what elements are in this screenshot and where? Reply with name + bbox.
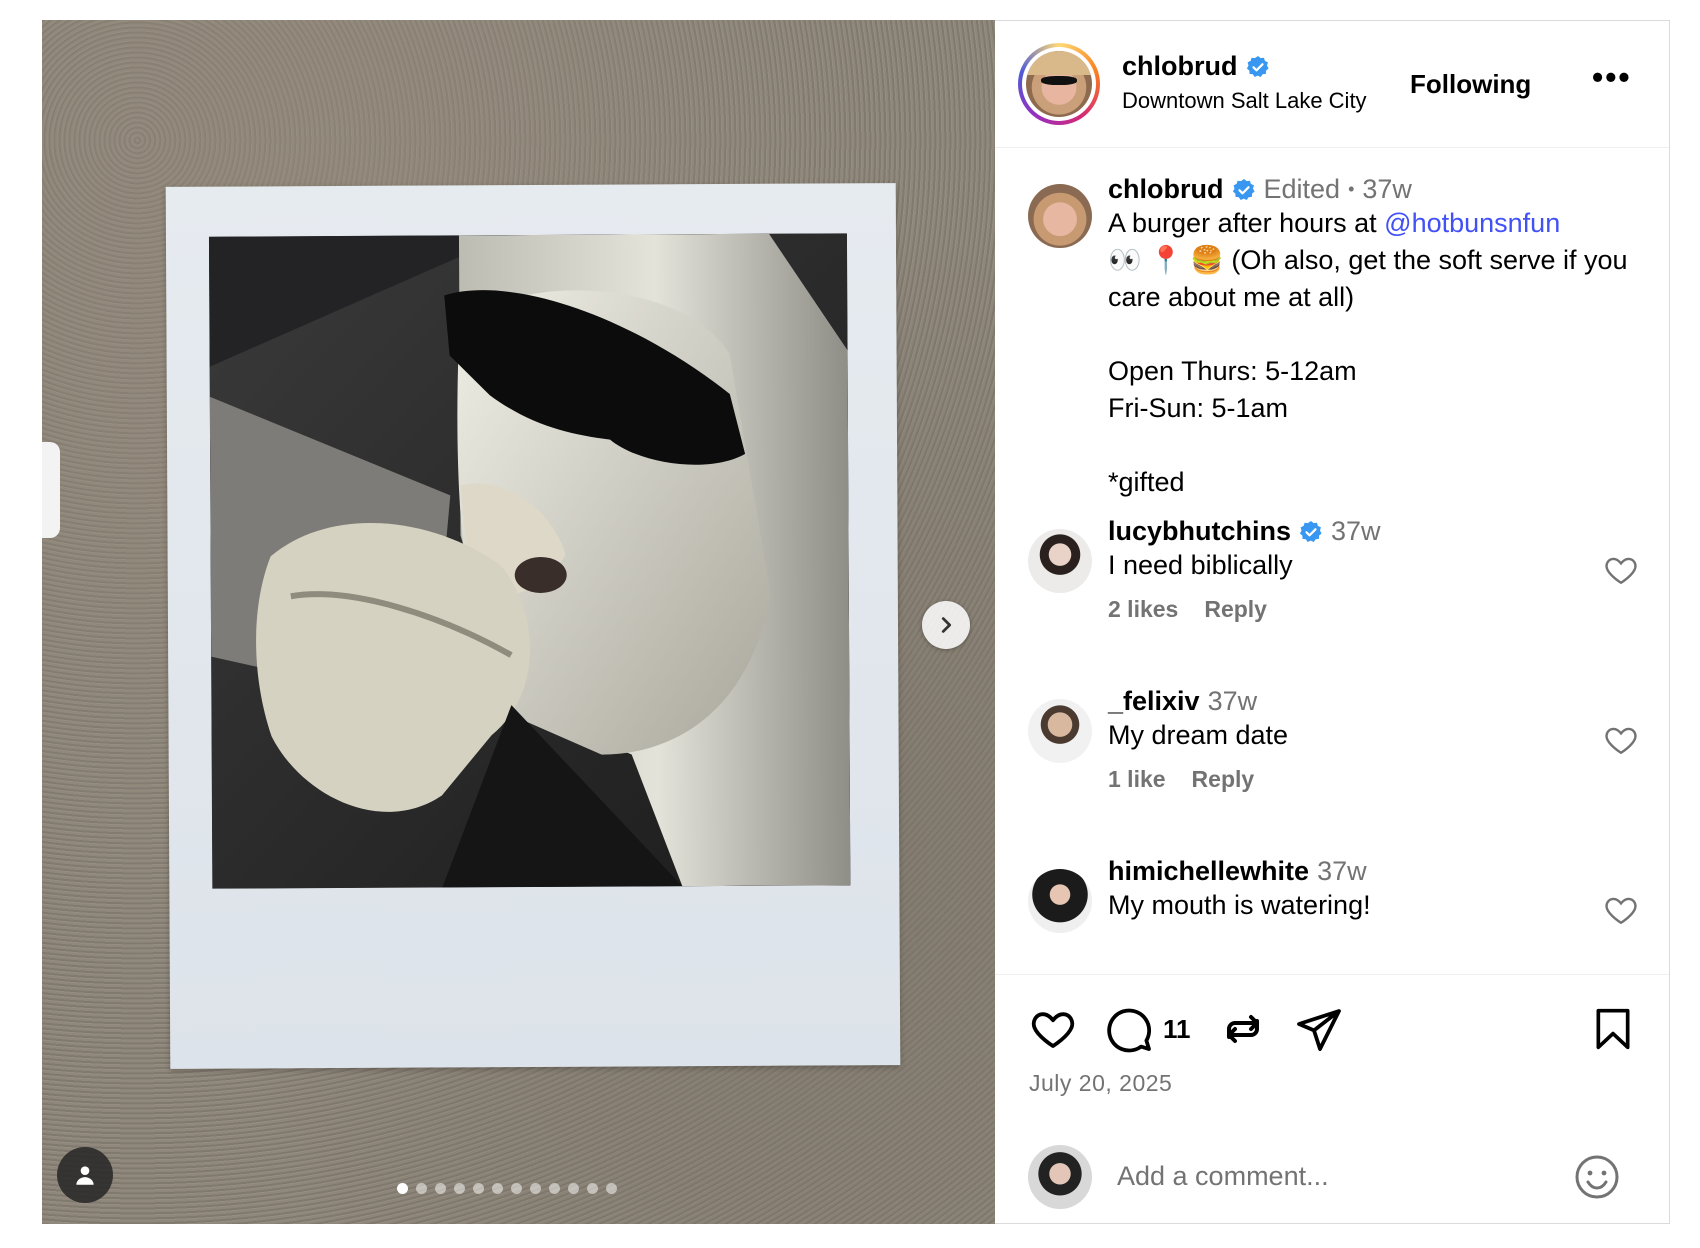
repost-icon[interactable] bbox=[1219, 1005, 1267, 1053]
post-header: chlobrud Downtown Salt Lake City Followi… bbox=[995, 21, 1669, 148]
polaroid-photo bbox=[165, 183, 901, 1069]
chevron-right-icon bbox=[941, 617, 952, 633]
comment-likes[interactable]: 2 likes bbox=[1108, 596, 1178, 623]
carousel-indicator bbox=[397, 1183, 617, 1194]
comment-time[interactable]: 37w bbox=[1331, 516, 1381, 547]
comment-bubble-icon[interactable] bbox=[1105, 1005, 1153, 1053]
reply-button[interactable]: Reply bbox=[1192, 766, 1255, 793]
commenter-avatar[interactable] bbox=[1028, 869, 1092, 933]
caption-line2: 👀 📍 🍔 (Oh also, get the soft serve if yo… bbox=[1108, 245, 1628, 312]
carousel-dot bbox=[397, 1183, 408, 1194]
caption-line5: *gifted bbox=[1108, 467, 1185, 497]
author-username[interactable]: chlobrud bbox=[1122, 51, 1270, 82]
meta-separator: • bbox=[1348, 179, 1355, 199]
current-user-avatar bbox=[1028, 1145, 1092, 1209]
commenter-username[interactable]: _felixiv bbox=[1108, 686, 1200, 717]
carousel-dot bbox=[416, 1183, 427, 1194]
commenter-username[interactable]: lucybhutchins bbox=[1108, 516, 1291, 547]
post-media[interactable] bbox=[42, 20, 995, 1224]
comment-text: I need biblically bbox=[1108, 550, 1293, 580]
caption-time[interactable]: 37w bbox=[1362, 174, 1412, 205]
post-actions-area: 11 July 20, 2025 Add a comment... bbox=[995, 974, 1669, 1225]
carousel-dot bbox=[435, 1183, 446, 1194]
emoji-picker-icon[interactable] bbox=[1573, 1153, 1621, 1201]
carousel-dot bbox=[454, 1183, 465, 1194]
carousel-dot bbox=[606, 1183, 617, 1194]
verified-badge-icon bbox=[1246, 55, 1269, 77]
save-bookmark-icon[interactable] bbox=[1591, 1005, 1635, 1053]
commenter-avatar[interactable] bbox=[1028, 529, 1092, 593]
commenter-username[interactable]: himichellewhite bbox=[1108, 856, 1309, 887]
photo-illustration bbox=[208, 233, 851, 889]
comment-time[interactable]: 37w bbox=[1317, 856, 1367, 887]
edited-label: Edited bbox=[1263, 174, 1341, 204]
like-comment-heart-icon[interactable] bbox=[1603, 892, 1639, 928]
caption-username[interactable]: chlobrud bbox=[1108, 174, 1224, 205]
side-tab bbox=[42, 442, 60, 538]
like-comment-heart-icon[interactable] bbox=[1603, 552, 1639, 588]
comment-time[interactable]: 37w bbox=[1208, 686, 1258, 717]
caption-line3: Open Thurs: 5-12am bbox=[1108, 356, 1357, 386]
like-heart-icon[interactable] bbox=[1029, 1005, 1077, 1053]
like-comment-heart-icon[interactable] bbox=[1603, 722, 1639, 758]
comment-text: My mouth is watering! bbox=[1108, 890, 1371, 920]
polaroid-image bbox=[208, 233, 851, 889]
comment-likes[interactable]: 1 like bbox=[1108, 766, 1166, 793]
caption-line1: A burger after hours at bbox=[1108, 208, 1385, 238]
commenter-avatar[interactable] bbox=[1028, 699, 1092, 763]
comments-list[interactable]: chlobrud Edited • 37w A burger after hou… bbox=[995, 149, 1669, 974]
author-username-text[interactable]: chlobrud bbox=[1122, 51, 1238, 82]
verified-badge-icon bbox=[1232, 178, 1255, 200]
carousel-dot bbox=[473, 1183, 484, 1194]
carousel-dot bbox=[492, 1183, 503, 1194]
caption-line4: Fri-Sun: 5-1am bbox=[1108, 393, 1289, 423]
post-sidebar: chlobrud Downtown Salt Lake City Followi… bbox=[995, 20, 1670, 1224]
post-date[interactable]: July 20, 2025 bbox=[1029, 1070, 1172, 1097]
add-comment-bar: Add a comment... bbox=[995, 1135, 1669, 1226]
next-photo-button[interactable] bbox=[922, 601, 970, 649]
carousel-dot bbox=[530, 1183, 541, 1194]
comment-count: 11 bbox=[1163, 1013, 1191, 1044]
following-button[interactable]: Following bbox=[1410, 69, 1531, 100]
comment-text: My dream date bbox=[1108, 720, 1289, 750]
reply-button[interactable]: Reply bbox=[1204, 596, 1267, 623]
carousel-dot bbox=[511, 1183, 522, 1194]
caption-avatar[interactable] bbox=[1028, 184, 1092, 248]
carousel-dot bbox=[549, 1183, 560, 1194]
verified-badge-icon bbox=[1299, 520, 1322, 542]
user-icon bbox=[76, 1166, 94, 1185]
mention-link[interactable]: @hotbunsnfun bbox=[1384, 208, 1560, 238]
tagged-users-button[interactable] bbox=[57, 1147, 113, 1203]
carousel-dot bbox=[568, 1183, 579, 1194]
more-options-button[interactable]: ••• bbox=[1592, 59, 1632, 96]
share-paper-plane-icon[interactable] bbox=[1295, 1005, 1343, 1053]
post-location[interactable]: Downtown Salt Lake City bbox=[1122, 88, 1367, 114]
author-avatar[interactable] bbox=[1018, 43, 1100, 125]
add-comment-input[interactable]: Add a comment... bbox=[1117, 1161, 1329, 1192]
caption-text: A burger after hours at @hotbunsnfun 👀 📍… bbox=[1108, 205, 1639, 501]
carousel-dot bbox=[587, 1183, 598, 1194]
